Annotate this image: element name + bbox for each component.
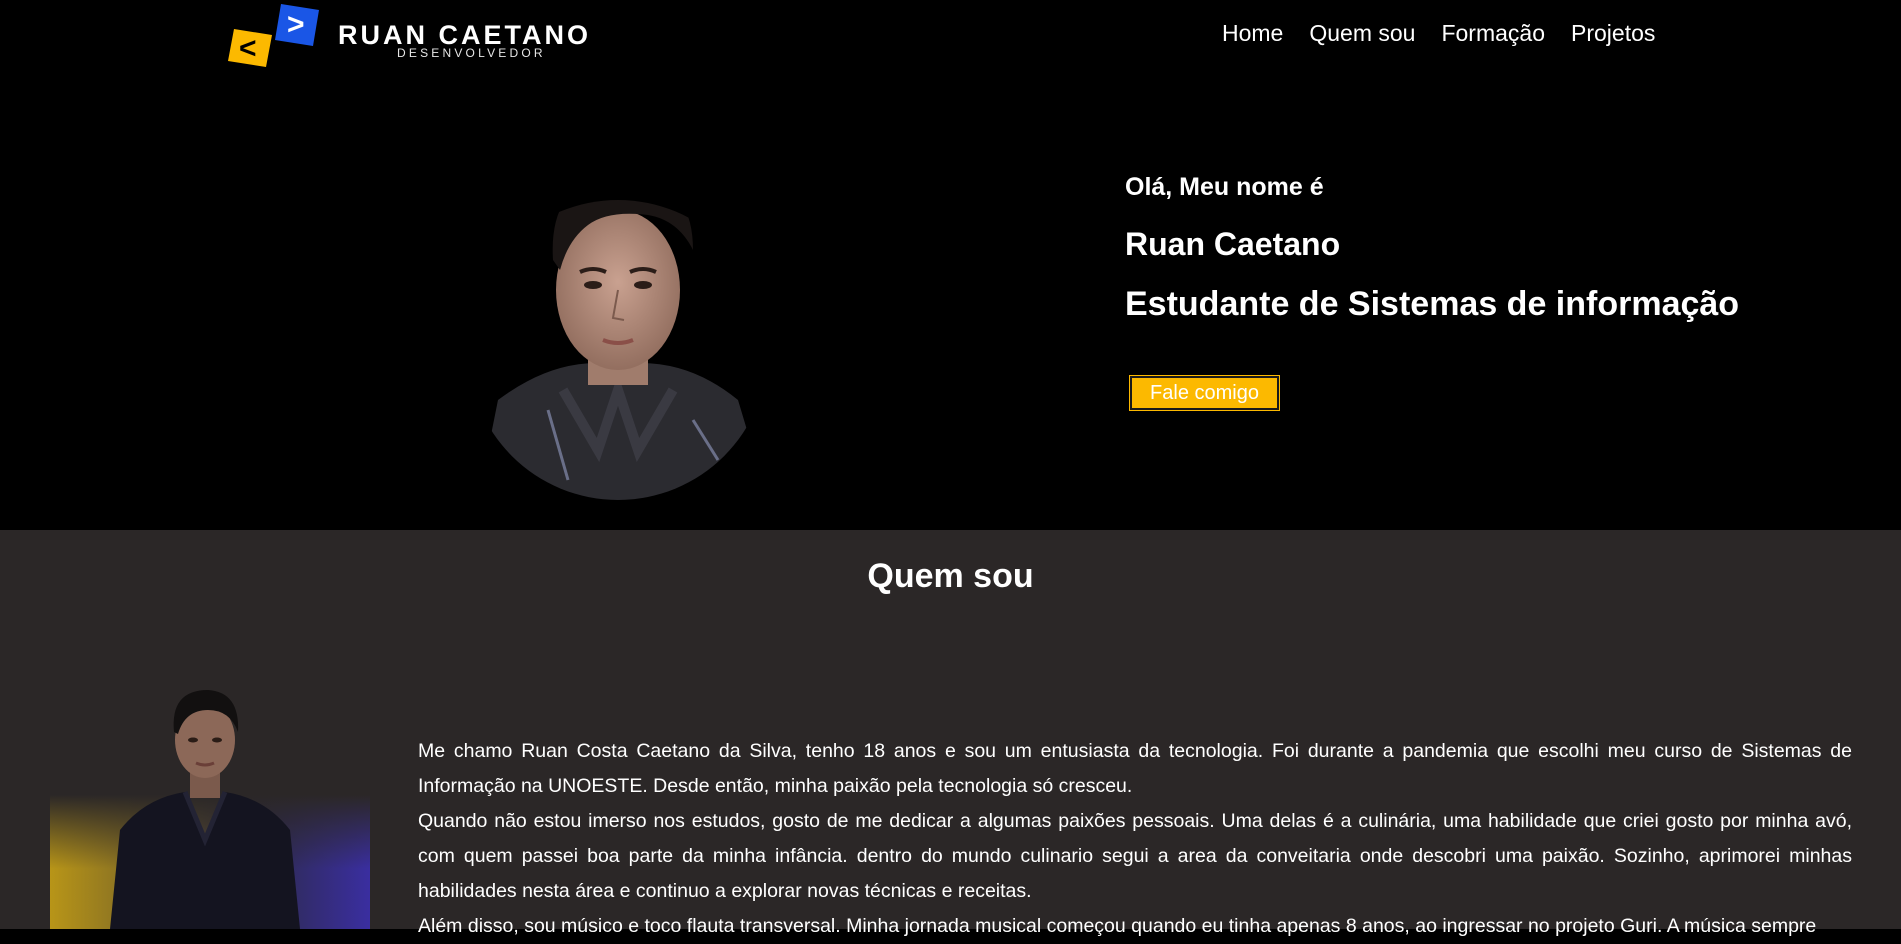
hero-intro: Olá, Meu nome é Ruan Caetano Estudante d… — [1125, 173, 1739, 324]
nav-home[interactable]: Home — [1222, 20, 1283, 47]
hero-section: Olá, Meu nome é Ruan Caetano Estudante d… — [0, 70, 1901, 530]
contact-button[interactable]: Fale comigo — [1129, 375, 1280, 411]
about-text: Me chamo Ruan Costa Caetano da Silva, te… — [418, 734, 1852, 944]
hero-name: Ruan Caetano — [1125, 226, 1341, 262]
hero-role: Estudante de Sistemas de informação — [1125, 285, 1740, 323]
about-paragraph-2: Quando não estou imerso nos estudos, gos… — [418, 810, 1852, 902]
site-header: < > RUAN CAETANO DESENVOLVEDOR Home Quem… — [0, 0, 1901, 70]
about-title: Quem sou — [867, 557, 1034, 595]
nav-quem-sou[interactable]: Quem sou — [1309, 20, 1415, 47]
svg-text:<: < — [239, 32, 257, 65]
about-paragraph-3: Além disso, sou músico e toco flauta tra… — [418, 915, 1817, 937]
code-left-bracket-icon: < — [228, 29, 272, 67]
profile-photo — [468, 200, 768, 500]
brand-subtitle: DESENVOLVEDOR — [397, 46, 546, 60]
brand-logo[interactable]: < > RUAN CAETANO DESENVOLVEDOR — [228, 4, 608, 67]
about-photo — [50, 690, 370, 929]
nav-formacao[interactable]: Formação — [1441, 20, 1545, 47]
svg-text:>: > — [287, 8, 305, 41]
hero-greeting: Olá, Meu nome é — [1125, 173, 1324, 201]
about-paragraph-1: Me chamo Ruan Costa Caetano da Silva, te… — [418, 740, 1852, 797]
about-section: Quem sou Me chamo Ruan Costa Caetano da … — [0, 530, 1901, 937]
main-nav: Home Quem sou Formação Projetos — [1222, 20, 1655, 47]
nav-projetos[interactable]: Projetos — [1571, 20, 1655, 47]
code-right-bracket-icon: > — [275, 4, 319, 46]
